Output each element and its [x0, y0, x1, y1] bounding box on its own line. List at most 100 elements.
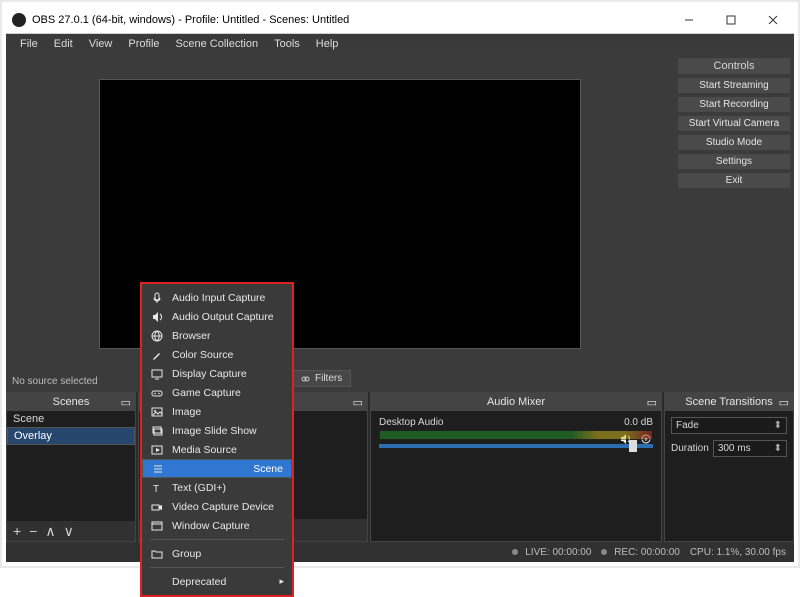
controls-header: Controls [678, 58, 790, 74]
live-time: 00:00:00 [552, 547, 591, 558]
scenes-header: Scenes [53, 396, 90, 408]
menu-scene-collection[interactable]: Scene Collection [168, 36, 267, 52]
chevron-icon [774, 420, 782, 431]
scenes-panel: Scenes ▭ Scene Overlay + − ∧ ∨ [6, 392, 136, 542]
app-window: OBS 27.0.1 (64-bit, windows) - Profile: … [6, 6, 794, 562]
mixer-header: Audio Mixer [487, 396, 545, 408]
context-menu-item-label: Text (GDI+) [172, 482, 226, 494]
app-icon [12, 13, 26, 27]
rec-label: REC: [614, 547, 638, 558]
minimize-button[interactable] [668, 6, 710, 33]
context-menu-item[interactable]: Color Source [142, 345, 292, 364]
menu-edit[interactable]: Edit [46, 36, 81, 52]
context-menu-item-label: Media Source [172, 444, 237, 456]
context-menu-item[interactable]: Window Capture [142, 516, 292, 535]
scene-item[interactable]: Scene [7, 411, 135, 427]
start-streaming-button[interactable]: Start Streaming [678, 78, 790, 93]
context-menu-item-label: Color Source [172, 349, 233, 361]
context-menu-item-label: Browser [172, 330, 211, 342]
brush-icon [150, 348, 164, 362]
context-menu-item-label: Image [172, 406, 201, 418]
transitions-popout-icon[interactable]: ▭ [779, 396, 789, 409]
context-menu-item[interactable]: Image [142, 402, 292, 421]
menu-separator [150, 539, 284, 540]
context-menu-item[interactable]: Scene [142, 459, 292, 478]
exit-button[interactable]: Exit [678, 173, 790, 188]
context-menu-item-label: Audio Output Capture [172, 311, 274, 323]
context-menu-item-label: Display Capture [172, 368, 247, 380]
menu-profile[interactable]: Profile [120, 36, 167, 52]
context-menu-item[interactable]: Video Capture Device [142, 497, 292, 516]
menu-file[interactable]: File [12, 36, 46, 52]
transition-duration-label: Duration [671, 443, 709, 454]
transition-selected: Fade [676, 420, 699, 431]
mixer-popout-icon[interactable]: ▭ [647, 396, 657, 409]
no-source-selected-label: No source selected [6, 374, 794, 392]
transition-duration-value: 300 ms [718, 443, 751, 454]
rec-indicator-icon [601, 549, 607, 555]
context-menu-item[interactable]: T Text (GDI+) [142, 478, 292, 497]
start-virtual-camera-button[interactable]: Start Virtual Camera [678, 116, 790, 131]
gamepad-icon [150, 386, 164, 400]
close-button[interactable] [752, 6, 794, 33]
context-menu-item[interactable]: Display Capture [142, 364, 292, 383]
filters-icon [301, 374, 311, 384]
context-menu-item-label: Deprecated [172, 576, 226, 588]
media-icon [150, 443, 164, 457]
mixer-track-name: Desktop Audio [379, 417, 444, 428]
scene-up-button[interactable]: ∧ [45, 523, 55, 540]
scenes-popout-icon[interactable]: ▭ [121, 396, 131, 409]
context-menu-item[interactable]: Audio Input Capture [142, 288, 292, 307]
image-icon [150, 405, 164, 419]
controls-dock: Controls Start Streaming Start Recording… [674, 54, 794, 374]
rec-time: 00:00:00 [641, 547, 680, 558]
sources-popout-icon[interactable]: ▭ [353, 396, 363, 409]
settings-button[interactable]: Settings [678, 154, 790, 169]
transition-select[interactable]: Fade [671, 417, 787, 434]
text-icon: T [150, 481, 164, 495]
mixer-volume-slider[interactable] [379, 444, 653, 448]
window-icon [150, 519, 164, 533]
slides-icon [150, 424, 164, 438]
context-menu-item[interactable]: Image Slide Show [142, 421, 292, 440]
window-title: OBS 27.0.1 (64-bit, windows) - Profile: … [32, 14, 668, 26]
menu-view[interactable]: View [81, 36, 121, 52]
studio-mode-button[interactable]: Studio Mode [678, 135, 790, 150]
live-label: LIVE: [525, 547, 549, 558]
context-menu-item-label: Window Capture [172, 520, 250, 532]
context-menu-item[interactable]: Browser [142, 326, 292, 345]
scene-remove-button[interactable]: − [29, 523, 37, 539]
speaker-icon [150, 310, 164, 324]
context-menu-item[interactable]: Audio Output Capture [142, 307, 292, 326]
preview-area[interactable] [10, 58, 670, 370]
status-bar: LIVE: 00:00:00 REC: 00:00:00 CPU: 1.1%, … [6, 542, 794, 562]
filters-label: Filters [315, 373, 342, 384]
start-recording-button[interactable]: Start Recording [678, 97, 790, 112]
scene-transitions-panel: Scene Transitions ▭ Fade Duration 300 ms [664, 392, 794, 542]
context-menu-item-deprecated[interactable]: Deprecated [142, 572, 292, 591]
spinner-icon[interactable] [774, 443, 782, 454]
context-menu-item-label: Audio Input Capture [172, 292, 265, 304]
maximize-button[interactable] [710, 6, 752, 33]
scene-item[interactable]: Overlay [7, 427, 135, 445]
scene-down-button[interactable]: ∨ [64, 523, 74, 540]
menu-help[interactable]: Help [308, 36, 347, 52]
live-indicator-icon [512, 549, 518, 555]
globe-icon [150, 329, 164, 343]
transitions-header: Scene Transitions [685, 396, 772, 408]
context-menu-item-label: Scene [253, 463, 283, 475]
context-menu-item[interactable]: Media Source [142, 440, 292, 459]
scene-add-button[interactable]: + [13, 523, 21, 539]
context-menu-item[interactable]: Group [142, 544, 292, 563]
filters-button[interactable]: Filters [292, 370, 351, 387]
transition-duration-input[interactable]: 300 ms [713, 440, 787, 457]
mic-icon [150, 291, 164, 305]
menu-tools[interactable]: Tools [266, 36, 308, 52]
context-menu-item[interactable]: Game Capture [142, 383, 292, 402]
mixer-meter [379, 430, 653, 440]
context-menu-item-label: Video Capture Device [172, 501, 274, 513]
list-icon [151, 462, 165, 476]
menubar: File Edit View Profile Scene Collection … [6, 34, 794, 54]
context-menu-item-label: Group [172, 548, 201, 560]
titlebar: OBS 27.0.1 (64-bit, windows) - Profile: … [6, 6, 794, 34]
